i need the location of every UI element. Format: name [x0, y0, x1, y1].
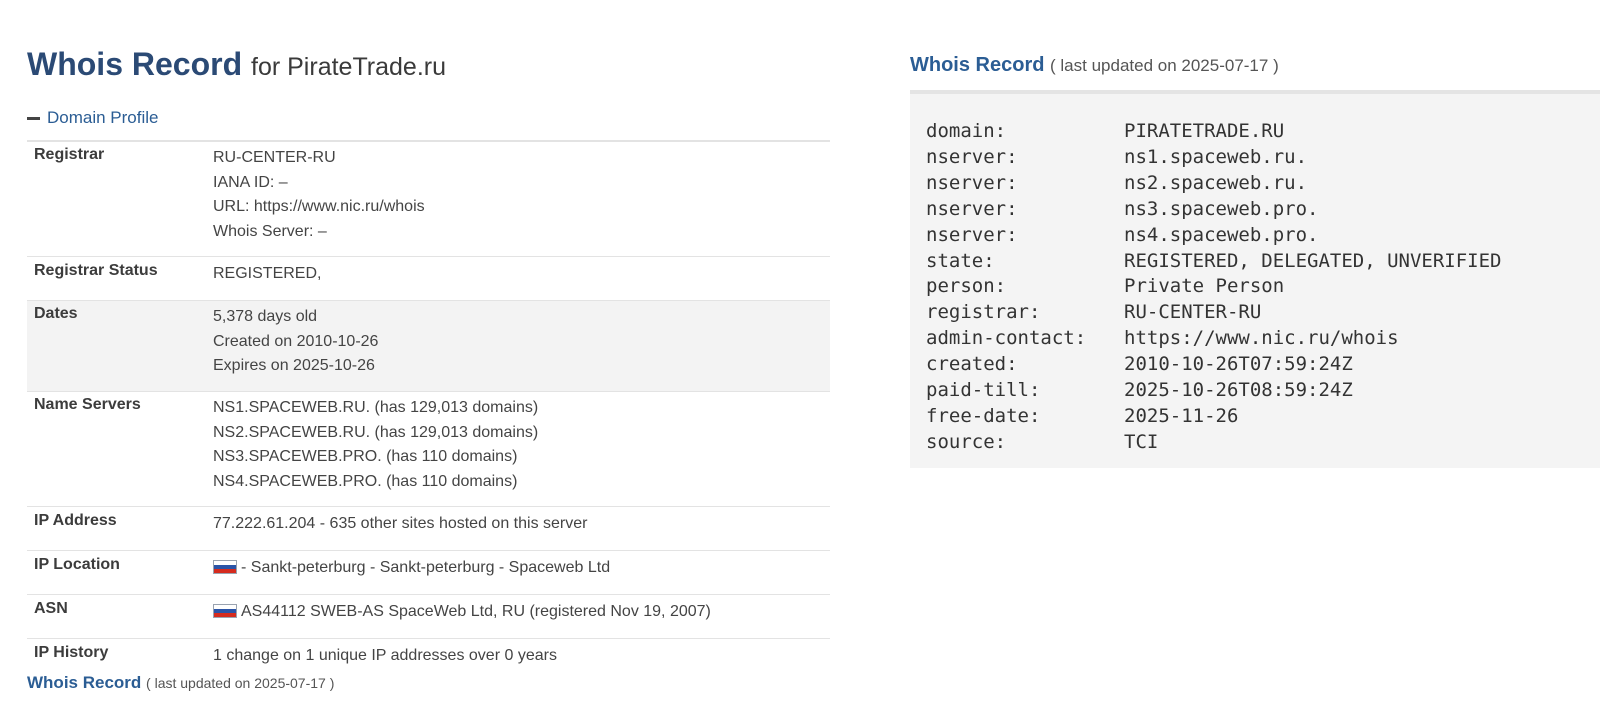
raw-whois-key: free-date: [926, 404, 1041, 427]
asn-text: AS44112 SWEB-AS SpaceWeb Ltd, RU (regist… [241, 603, 711, 620]
ip-location-value: - Sankt-peterburg - Sankt-peterburg - Sp… [206, 550, 830, 595]
raw-whois-key: created: [926, 353, 1018, 376]
raw-whois-row: domain: PIRATETRADE.RU [926, 119, 1600, 145]
raw-whois-key: admin-contact: [926, 327, 1087, 350]
raw-whois-row: free-date: 2025-11-26 [926, 404, 1600, 430]
whois-record-title: Whois Record [27, 673, 142, 692]
raw-whois-value: Private Person [1124, 275, 1285, 298]
name-servers-value: NS1.SPACEWEB.RU. (has 129,013 domains) N… [206, 391, 830, 507]
name-server-item: NS4.SPACEWEB.PRO. (has 110 domains) [213, 472, 518, 490]
table-row-registrar-status: Registrar Status REGISTERED, [27, 256, 830, 301]
row-label: Registrar Status [27, 256, 206, 301]
raw-whois-row: created: 2010-10-26T07:59:24Z [926, 352, 1600, 378]
registrar-value: RU-CENTER-RU IANA ID: – URL: https://www… [206, 141, 830, 257]
status-text: REGISTERED, [213, 265, 322, 282]
page-title-main: Whois Record [27, 46, 243, 82]
asn-value: AS44112 SWEB-AS SpaceWeb Ltd, RU (regist… [206, 594, 830, 639]
raw-whois-key: domain: [926, 120, 1007, 142]
whois-record-updated: ( last updated on 2025-07-17 ) [1050, 56, 1279, 75]
raw-whois-row: nserver: ns3.spaceweb.pro. [926, 197, 1600, 223]
ip-address-value: 77.222.61.204 - 635 other sites hosted o… [206, 506, 830, 551]
page-title-domain: for PirateTrade.ru [251, 53, 446, 81]
name-server-item: NS2.SPACEWEB.RU. (has 129,013 domains) [213, 423, 539, 441]
raw-whois-key: nserver: [926, 145, 1018, 168]
domain-profile-label: Domain Profile [47, 108, 159, 127]
raw-whois-value: https://www.nic.ru/whois [1124, 327, 1399, 350]
table-row-ip-address: IP Address 77.222.61.204 - 635 other sit… [27, 506, 830, 551]
ip-location-text: - Sankt-peterburg - Sankt-peterburg - Sp… [241, 559, 611, 576]
raw-whois-key: state: [926, 249, 995, 272]
raw-whois-row: nserver: ns2.spaceweb.ru. [926, 171, 1600, 197]
row-label: Registrar [27, 141, 206, 257]
registrar-iana-id: IANA ID: – [213, 173, 288, 191]
whois-record-title: Whois Record [910, 54, 1045, 76]
raw-whois-value: ns3.spaceweb.pro. [1124, 197, 1319, 220]
ip-history-text: 1 change on 1 unique IP addresses over 0… [213, 647, 557, 664]
raw-whois-key: nserver: [926, 197, 1018, 220]
row-label: Dates [27, 300, 206, 392]
raw-whois-key: registrar: [926, 301, 1041, 324]
expires-date: Expires on 2025-10-26 [213, 357, 375, 375]
registrar-name: RU-CENTER-RU [213, 149, 336, 166]
raw-whois-text: domain: PIRATETRADE.RU nserver: ns1.spacewe… [910, 90, 1600, 468]
raw-whois-value: RU-CENTER-RU [1124, 301, 1262, 324]
row-label: IP Location [27, 550, 206, 595]
table-row-asn: ASN AS44112 SWEB-AS SpaceWeb Ltd, RU (re… [27, 594, 830, 639]
table-row-ip-location: IP Location - Sankt-peterburg - Sankt-pe… [27, 550, 830, 595]
whois-record-heading-bottom[interactable]: Whois Record ( last updated on 2025-07-1… [27, 672, 334, 694]
registrar-whois-server: Whois Server: – [213, 222, 327, 240]
row-label: ASN [27, 594, 206, 639]
domain-profile-table: Registrar RU-CENTER-RU IANA ID: – URL: h… [27, 140, 830, 682]
page-title: Whois Record for PirateTrade.ru [27, 44, 446, 87]
whois-record-updated: ( last updated on 2025-07-17 ) [146, 675, 335, 691]
raw-whois-row: nserver: ns4.spaceweb.pro. [926, 223, 1600, 249]
raw-whois-key: nserver: [926, 171, 1018, 194]
name-server-item: NS1.SPACEWEB.RU. (has 129,013 domains) [213, 399, 539, 416]
row-label: Name Servers [27, 391, 206, 507]
dates-value: 5,378 days old Created on 2010-10-26 Exp… [206, 300, 830, 392]
raw-whois-value: 2025-10-26T08:59:24Z [1124, 379, 1353, 402]
raw-whois-value: 2010-10-26T07:59:24Z [1124, 353, 1353, 376]
registrar-url: URL: https://www.nic.ru/whois [213, 198, 425, 216]
raw-whois-row: admin-contact: https://www.nic.ru/whois [926, 326, 1600, 352]
raw-whois-row: paid-till: 2025-10-26T08:59:24Z [926, 378, 1600, 404]
russia-flag-icon [213, 560, 237, 574]
raw-whois-row: nserver: ns1.spaceweb.ru. [926, 145, 1600, 171]
created-date: Created on 2010-10-26 [213, 332, 379, 350]
raw-whois-value: TCI [1124, 430, 1159, 453]
raw-whois-key: person: [926, 275, 1007, 298]
raw-whois-key: paid-till: [926, 379, 1041, 402]
russia-flag-icon [213, 604, 237, 618]
raw-whois-row: person: Private Person [926, 274, 1600, 300]
table-row-name-servers: Name Servers NS1.SPACEWEB.RU. (has 129,0… [27, 391, 830, 507]
registrar-status-value: REGISTERED, [206, 256, 830, 301]
raw-whois-value: 2025-11-26 [1124, 404, 1239, 427]
raw-whois-value: REGISTERED, DELEGATED, UNVERIFIED [1124, 249, 1502, 272]
raw-whois-value: PIRATETRADE.RU [1124, 120, 1285, 142]
table-row-registrar: Registrar RU-CENTER-RU IANA ID: – URL: h… [27, 141, 830, 257]
name-server-item: NS3.SPACEWEB.PRO. (has 110 domains) [213, 448, 518, 466]
ip-address-text: 77.222.61.204 - 635 other sites hosted o… [213, 515, 588, 532]
raw-whois-value: ns4.spaceweb.pro. [1124, 223, 1319, 246]
raw-whois-row: state: REGISTERED, DELEGATED, UNVERIFIED [926, 249, 1600, 275]
raw-whois-row: source: TCI [926, 430, 1600, 456]
raw-whois-value: ns2.spaceweb.ru. [1124, 171, 1308, 194]
raw-whois-value: ns1.spaceweb.ru. [1124, 145, 1308, 168]
raw-whois-key: source: [926, 430, 1007, 453]
raw-whois-row: registrar: RU-CENTER-RU [926, 300, 1600, 326]
whois-record-heading: Whois Record ( last updated on 2025-07-1… [910, 52, 1279, 79]
domain-age: 5,378 days old [213, 308, 318, 325]
table-row-dates: Dates 5,378 days old Created on 2010-10-… [27, 300, 830, 392]
collapse-minus-icon [27, 116, 40, 120]
row-label: IP Address [27, 506, 206, 551]
raw-whois-key: nserver: [926, 223, 1018, 246]
domain-profile-toggle[interactable]: Domain Profile [27, 106, 159, 130]
